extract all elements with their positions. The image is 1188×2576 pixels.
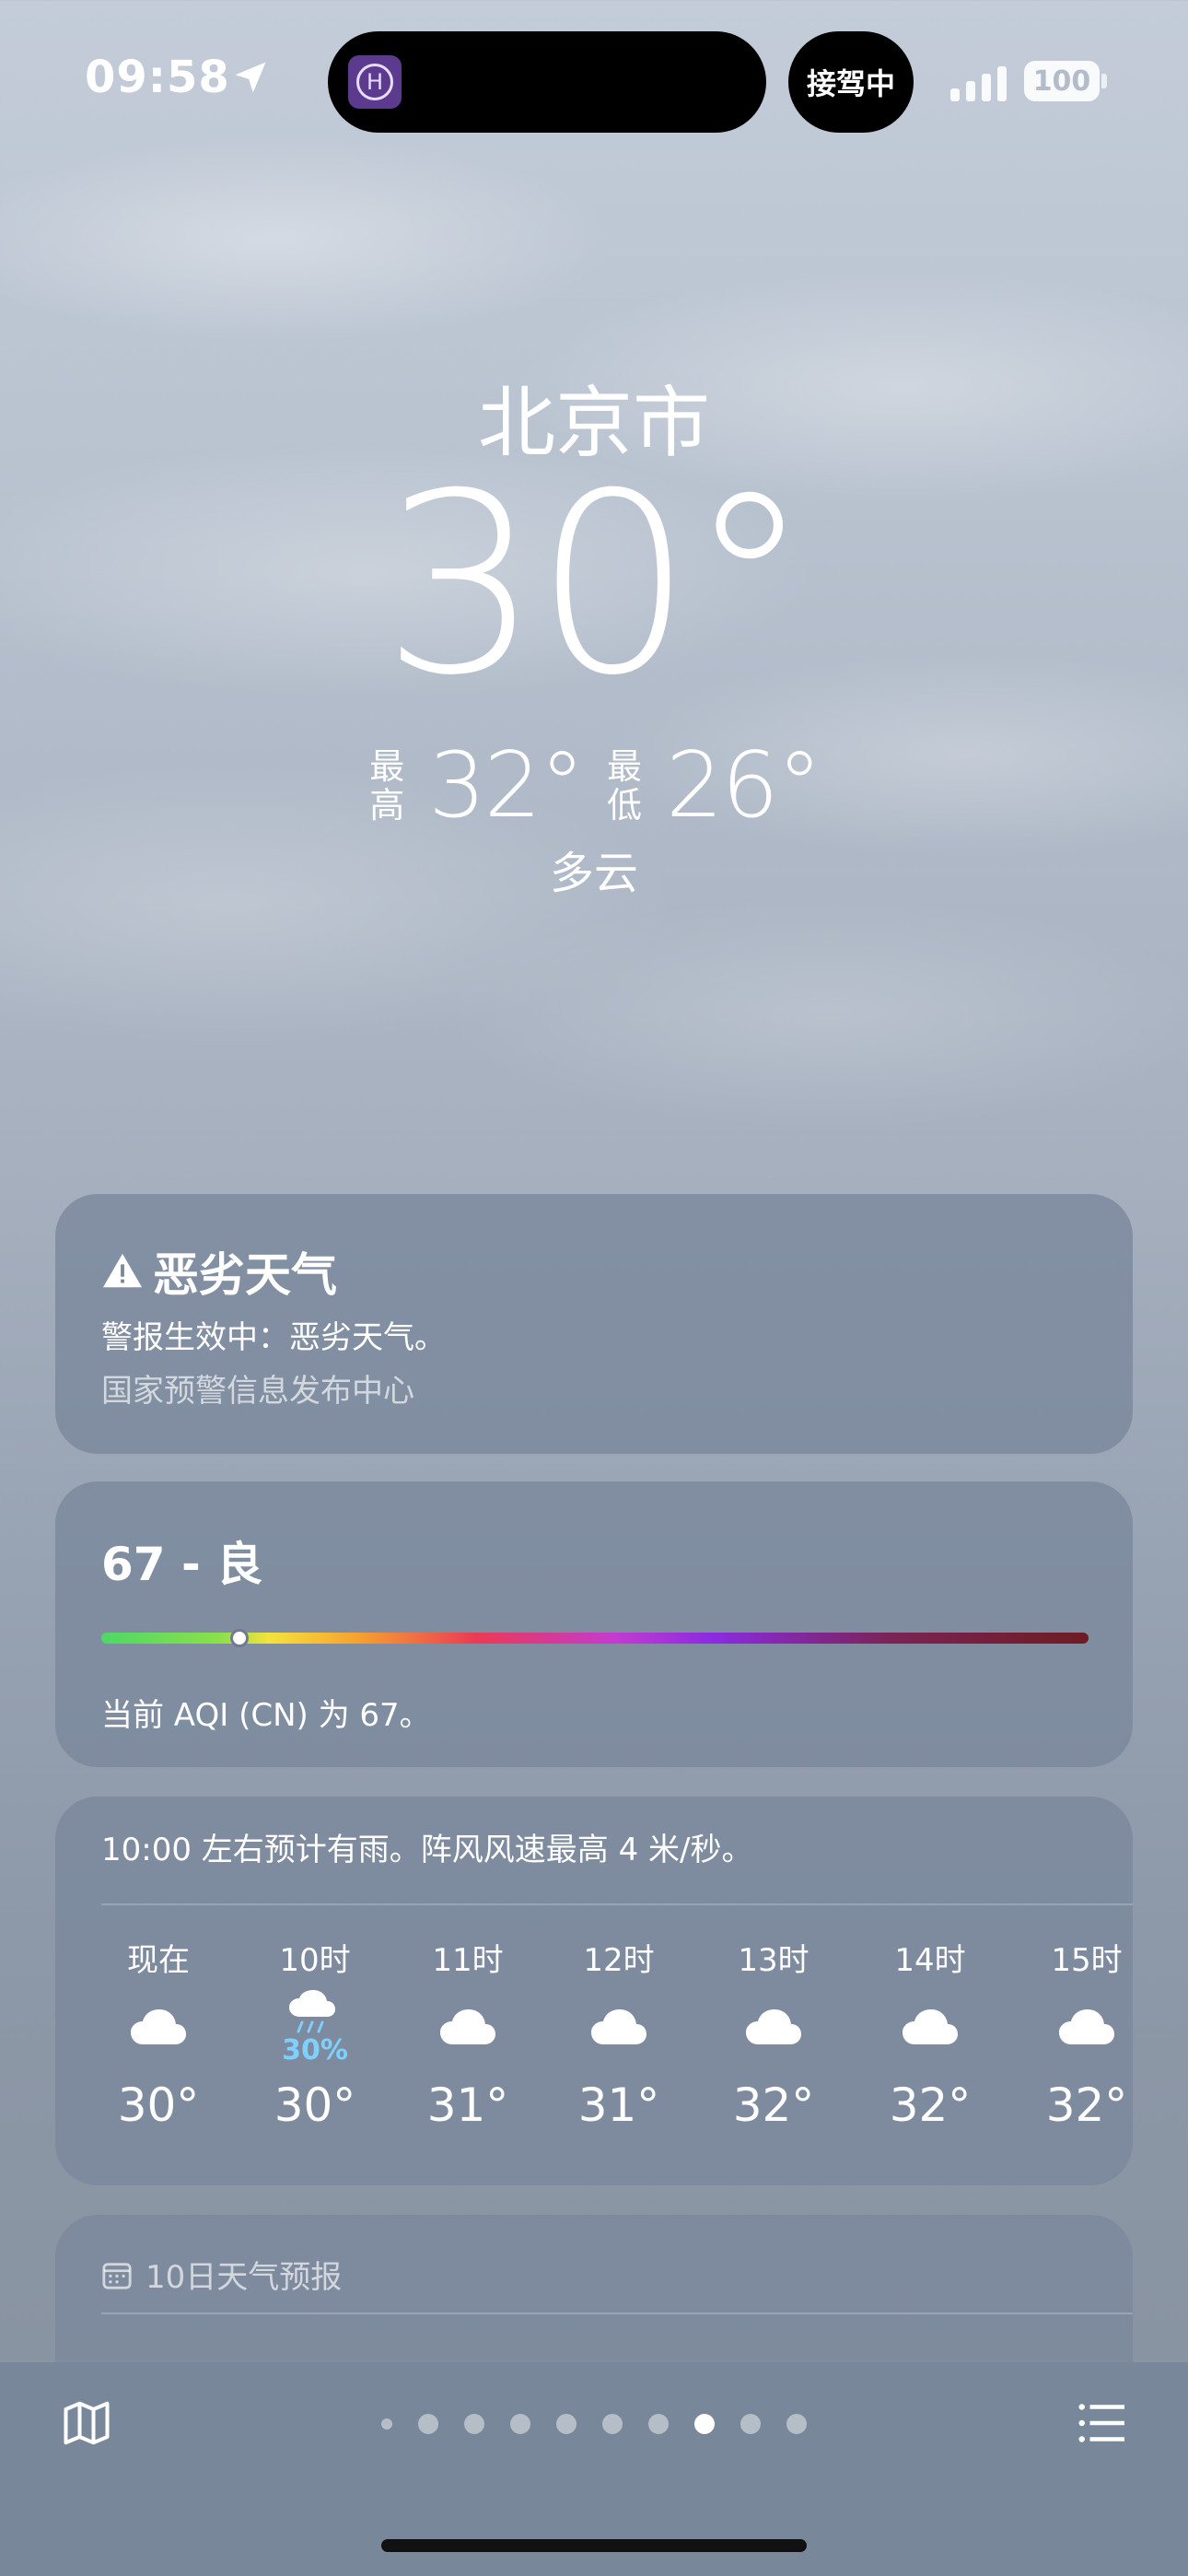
hour-temp: 32°: [1045, 2078, 1128, 2132]
page-indicator[interactable]: [0, 2414, 1188, 2434]
dynamic-island[interactable]: H: [328, 31, 766, 133]
page-dot[interactable]: [556, 2414, 577, 2434]
calendar-icon: [102, 2262, 132, 2289]
aqi-value: 67 - 良: [101, 1538, 263, 1591]
aqi-scale-bar: [101, 1633, 1089, 1644]
hour-label: 现在: [127, 1942, 190, 1979]
page-dot[interactable]: [602, 2414, 623, 2434]
alert-body: 警报生效中：恶劣天气。: [101, 1319, 446, 1356]
hourly-item: 12时 31°: [554, 1935, 683, 2132]
hourly-item: 现在 30°: [94, 1935, 223, 2132]
hourly-summary: 10:00 左右预计有雨。阵风风速最高 4 米/秒。: [101, 1832, 753, 1868]
alert-title: 恶劣天气: [153, 1248, 337, 1302]
low-label: 最低: [606, 746, 642, 825]
page-dot[interactable]: [464, 2414, 484, 2434]
current-temperature: 30°: [381, 439, 812, 730]
hour-temp: 32°: [732, 2078, 815, 2132]
hour-temp: 30°: [117, 2078, 200, 2132]
hour-temp: 32°: [889, 2078, 972, 2132]
hourly-item: 11时 31°: [403, 1935, 532, 2132]
page-dot[interactable]: [694, 2414, 715, 2434]
status-time: 09:58: [85, 52, 230, 103]
hour-temp: 30°: [274, 2078, 356, 2132]
high-label: 最高: [369, 746, 405, 825]
page-dot[interactable]: [740, 2414, 761, 2434]
hourly-list[interactable]: 现在 30° 10时 30% 30° 11时 31° 12时 31° 13时 32° 14时 32° 15…: [87, 1935, 1133, 2165]
page-dot[interactable]: [418, 2414, 438, 2434]
home-indicator[interactable]: [381, 2539, 807, 2552]
alert-source: 国家预警信息发布中心: [101, 1373, 414, 1410]
cloud-icon: [94, 1981, 223, 2073]
cloud-rain-icon: 30%: [250, 1981, 379, 2073]
precip-chance: 30%: [282, 2034, 348, 2067]
hour-temp: 31°: [577, 2078, 660, 2132]
hourly-item: 13时 32°: [709, 1935, 838, 2132]
cloud-icon: [866, 1981, 995, 2073]
hourly-forecast-card[interactable]: 10:00 左右预计有雨。阵风风速最高 4 米/秒。 现在 30° 10时 30% 30…: [55, 1797, 1133, 2185]
page-dot[interactable]: [510, 2414, 530, 2434]
cloud-icon: [554, 1981, 683, 2073]
hour-label: 11时: [432, 1942, 504, 1979]
hour-label: 10时: [279, 1942, 351, 1979]
aqi-description: 当前 AQI (CN) 为 67。: [101, 1697, 431, 1734]
ride-app-icon: H: [348, 55, 402, 109]
low-temp: 26°: [666, 733, 822, 838]
page-dot[interactable]: [786, 2414, 807, 2434]
hourly-item: 10时 30% 30°: [250, 1935, 379, 2132]
cloud-icon: [403, 1981, 532, 2073]
hour-label: 15时: [1051, 1942, 1123, 1979]
location-arrow-icon: [235, 62, 266, 93]
bottom-toolbar: [0, 2362, 1188, 2576]
divider: [101, 2313, 1133, 2314]
hourly-item: 15时 32°: [1022, 1935, 1151, 2132]
hour-label: 12时: [583, 1942, 655, 1979]
warning-icon: [102, 1253, 143, 1288]
hourly-item: 14时 32°: [866, 1935, 995, 2132]
page-dot[interactable]: [648, 2414, 669, 2434]
battery-icon: 100: [1024, 61, 1107, 101]
ride-status-pill[interactable]: 接驾中: [788, 31, 914, 133]
high-low-temperature: 最高 32° 最低 26°: [0, 733, 1188, 838]
air-quality-card[interactable]: 67 - 良 当前 AQI (CN) 为 67。: [55, 1481, 1133, 1767]
high-temp: 32°: [428, 733, 585, 838]
cellular-signal-icon: [950, 66, 1007, 101]
list-icon[interactable]: [1074, 2395, 1129, 2451]
cloud-icon: [1022, 1981, 1151, 2073]
hour-label: 13时: [738, 1942, 809, 1979]
hour-label: 14时: [894, 1942, 966, 1979]
ten-day-title: 10日天气预报: [146, 2259, 343, 2296]
cloud-icon: [709, 1981, 838, 2073]
status-bar: 09:58 H 接驾中 100: [0, 0, 1188, 157]
divider: [101, 1903, 1133, 1905]
hour-temp: 31°: [426, 2078, 509, 2132]
aqi-indicator: [230, 1629, 250, 1647]
weather-condition: 多云: [549, 848, 638, 899]
location-page-dot[interactable]: [381, 2418, 392, 2430]
battery-level: 100: [1024, 61, 1100, 101]
severe-weather-alert-card[interactable]: 恶劣天气 警报生效中：恶劣天气。 国家预警信息发布中心: [55, 1194, 1133, 1454]
